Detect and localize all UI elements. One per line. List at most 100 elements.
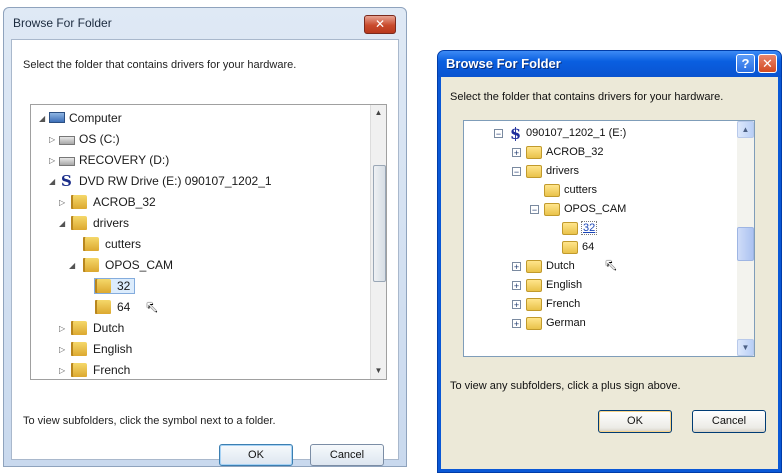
folder-open-icon (526, 165, 542, 178)
expand-arrow-icon[interactable]: ▷ (59, 323, 68, 334)
tree-item-label: 090107_1202_1 (E:) (526, 127, 627, 139)
instruction-text: Select the folder that contains drivers … (23, 59, 297, 71)
tree-item-label: English (546, 279, 583, 291)
tree-item-label: cutters (564, 184, 598, 196)
expand-plus-icon[interactable]: + (512, 262, 521, 272)
vertical-scrollbar[interactable]: ▲ ▼ (737, 121, 754, 356)
folder-icon (526, 146, 542, 159)
tree-item-label: Computer (69, 111, 122, 125)
folder-icon (71, 216, 87, 230)
tree-item-label: DVD RW Drive (E:) 090107_1202_1 (79, 174, 272, 188)
tree-item-label: ACROB_32 (93, 195, 156, 209)
browse-folder-dialog-xp: Browse For Folder ? ✕ Select the folder … (437, 50, 782, 473)
collapse-arrow-icon[interactable]: ◢ (69, 260, 78, 271)
tree-item-label: Dutch (546, 260, 575, 272)
expand-arrow-icon[interactable]: ▷ (59, 365, 68, 376)
tree-item-label: ACROB_32 (546, 146, 604, 158)
hint-text: To view any subfolders, click a plus sig… (450, 380, 681, 392)
tree-item-label: French (546, 298, 581, 310)
help-icon: ? (741, 56, 750, 71)
computer-icon (49, 112, 65, 123)
expand-arrow-icon[interactable]: ◢ (39, 113, 48, 124)
title-bar[interactable]: Browse For Folder ✕ (4, 8, 406, 38)
title-bar[interactable]: Browse For Folder ? ✕ (438, 51, 781, 77)
tree-item-label: OPOS_CAM (105, 258, 174, 272)
scroll-up-arrow-icon[interactable]: ▲ (737, 121, 754, 138)
scrollbar-thumb[interactable] (373, 165, 386, 282)
folder-tree[interactable]: ◢ Computer ▷ OS (C:) ▷ RECOVERY (D:) ◢ S… (30, 104, 387, 380)
tree-item-label: 64 (582, 241, 595, 253)
tree-expander (69, 239, 78, 250)
hard-drive-icon (59, 136, 75, 145)
tree-item-label: German (546, 317, 586, 329)
collapse-arrow-icon[interactable]: ◢ (49, 176, 58, 187)
close-button[interactable]: ✕ (758, 54, 777, 73)
folder-tree[interactable]: − $ 090107_1202_1 (E:) + ACROB_32 − driv… (463, 120, 755, 357)
tree-item-label: French (93, 363, 131, 377)
expand-arrow-icon[interactable]: ▷ (59, 344, 68, 355)
folder-icon (526, 298, 542, 311)
folder-icon (83, 237, 99, 251)
tree-item-label: cutters (105, 237, 142, 251)
folder-open-icon (544, 203, 560, 216)
tree-item-label: 32 (580, 221, 598, 235)
cancel-button[interactable]: Cancel (692, 410, 766, 433)
collapse-minus-icon[interactable]: − (512, 167, 521, 177)
close-icon: ✕ (762, 56, 773, 71)
browse-folder-dialog-win7: Browse For Folder ✕ Select the folder th… (3, 7, 407, 467)
hint-text: To view subfolders, click the symbol nex… (23, 415, 276, 427)
expand-arrow-icon[interactable]: ▷ (59, 197, 68, 208)
folder-icon (71, 321, 87, 335)
dvd-drive-icon: $ (510, 124, 522, 143)
ok-button[interactable]: OK (219, 444, 293, 466)
expand-arrow-icon[interactable]: ▷ (49, 134, 58, 145)
hard-drive-icon (59, 157, 75, 166)
expand-plus-icon[interactable]: + (512, 148, 521, 158)
scroll-down-arrow-icon[interactable]: ▼ (371, 363, 386, 379)
mouse-cursor-icon: ↖ (145, 299, 159, 316)
scrollbar-thumb[interactable] (737, 227, 754, 261)
tree-expander (81, 302, 90, 313)
mouse-cursor-icon: ↖ (604, 257, 618, 274)
collapse-minus-icon[interactable]: − (530, 205, 539, 215)
folder-icon (95, 279, 111, 293)
folder-icon (544, 184, 560, 197)
expand-arrow-icon[interactable]: ▷ (49, 155, 58, 166)
folder-open-icon (562, 222, 578, 235)
close-button[interactable]: ✕ (364, 15, 396, 34)
folder-icon (71, 342, 87, 356)
expand-plus-icon[interactable]: + (512, 300, 521, 310)
tree-item-label: OS (C:) (79, 132, 120, 146)
vertical-scrollbar[interactable]: ▲ ▼ (370, 105, 386, 379)
expand-plus-icon[interactable]: + (512, 319, 521, 329)
folder-icon (71, 363, 87, 377)
tree-item-label: drivers (93, 216, 130, 230)
folder-icon (71, 195, 87, 209)
dialog-title: Browse For Folder (13, 16, 112, 30)
instruction-text: Select the folder that contains drivers … (450, 91, 724, 103)
folder-icon (562, 241, 578, 254)
dialog-title: Browse For Folder (446, 56, 561, 71)
folder-icon (526, 279, 542, 292)
tree-expander (81, 281, 90, 292)
expand-plus-icon[interactable]: + (512, 281, 521, 291)
scroll-down-arrow-icon[interactable]: ▼ (737, 339, 754, 356)
ok-button[interactable]: OK (598, 410, 672, 433)
folder-icon (95, 300, 111, 314)
folder-icon (526, 260, 542, 273)
tree-item-label: OPOS_CAM (564, 203, 627, 215)
tree-item-label: 64 (117, 300, 131, 314)
folder-icon (83, 258, 99, 272)
dvd-drive-icon: S (61, 172, 72, 190)
cancel-button[interactable]: Cancel (310, 444, 384, 466)
dialog-body: Select the folder that contains drivers … (11, 39, 399, 466)
tree-item-label: drivers (546, 165, 580, 177)
scroll-up-arrow-icon[interactable]: ▲ (371, 105, 386, 121)
tree-item-label: RECOVERY (D:) (79, 153, 170, 167)
collapse-arrow-icon[interactable]: ◢ (59, 218, 68, 229)
close-icon: ✕ (374, 17, 386, 31)
help-button[interactable]: ? (736, 54, 755, 73)
folder-icon (526, 317, 542, 330)
tree-item-label: English (93, 342, 133, 356)
collapse-minus-icon[interactable]: − (494, 129, 503, 139)
